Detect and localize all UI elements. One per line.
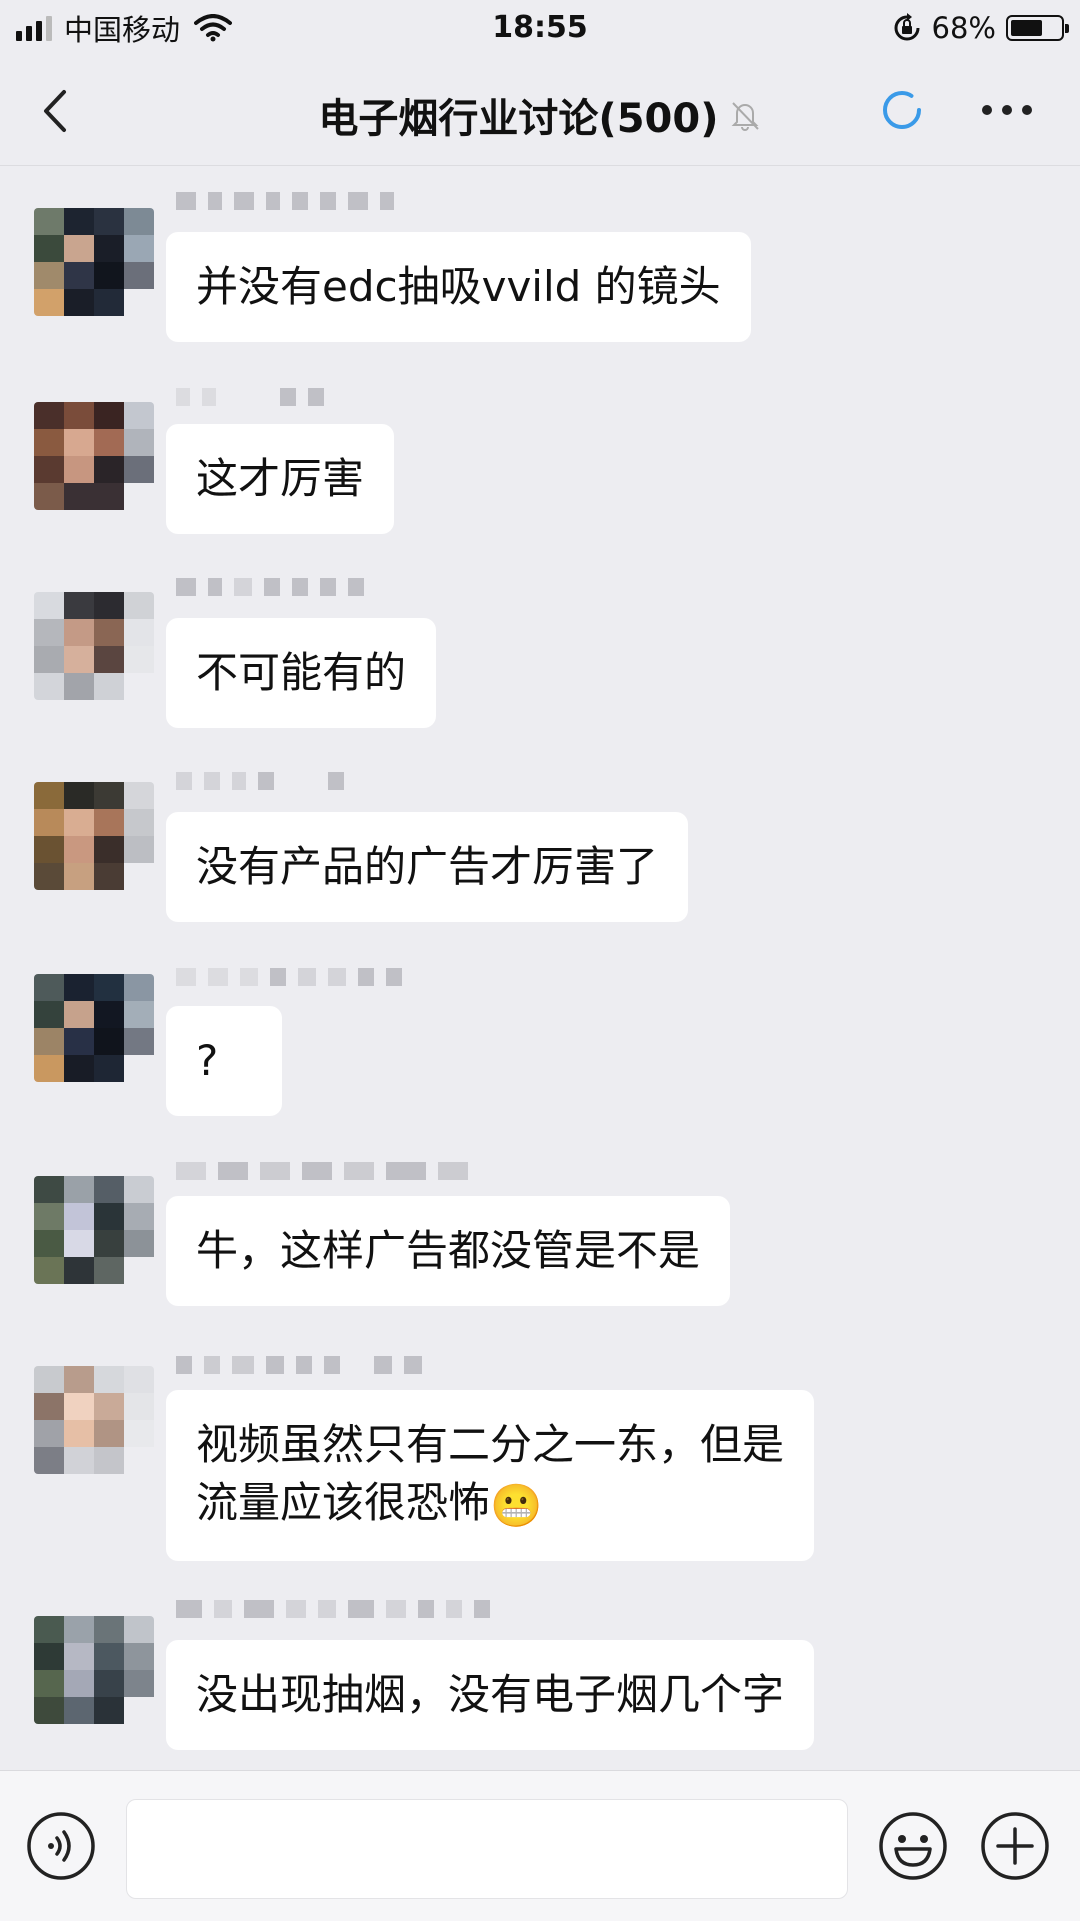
loading-spinner-icon <box>883 91 921 129</box>
plus-icon[interactable] <box>980 1811 1050 1881</box>
sender-name-blurred <box>176 572 364 602</box>
message-input[interactable] <box>126 1799 848 1899</box>
avatar[interactable] <box>34 782 154 890</box>
avatar[interactable] <box>34 592 154 700</box>
sender-name-blurred <box>176 962 402 992</box>
battery-percent: 68% <box>931 11 996 45</box>
rotation-lock-icon <box>894 13 920 41</box>
sender-name-blurred <box>176 382 324 412</box>
more-icon[interactable] <box>980 98 1034 122</box>
mute-bell-icon <box>731 102 759 131</box>
message-bubble[interactable]: 这才厉害 <box>166 424 395 534</box>
sender-name-blurred <box>176 766 344 796</box>
message-line-1: 视频虽然只有二分之一东，但是 <box>196 1420 785 1469</box>
avatar[interactable] <box>34 1176 154 1284</box>
sender-name-blurred <box>176 1156 468 1186</box>
sender-name-blurred <box>176 186 394 216</box>
message-bubble[interactable]: 并没有edc抽吸vvild 的镜头 <box>166 232 751 342</box>
message-bubble[interactable]: ? <box>166 1006 282 1116</box>
message-bubble[interactable]: 没出现抽烟，没有电子烟几个字 <box>166 1640 815 1750</box>
sender-name-blurred <box>176 1594 490 1624</box>
message-bubble[interactable]: 牛，这样广告都没管是不是 <box>166 1196 731 1306</box>
avatar[interactable] <box>34 208 154 316</box>
status-bar: 中国移动 18:55 68% <box>0 0 1080 56</box>
nav-bar: 电子烟行业讨论(500) <box>0 56 1080 166</box>
message-bubble[interactable]: 视频虽然只有二分之一东，但是 流量应该很恐怖😬 <box>166 1390 815 1561</box>
message-bubble[interactable]: 不可能有的 <box>166 618 437 728</box>
sender-name-blurred <box>176 1350 422 1380</box>
avatar[interactable] <box>34 402 154 510</box>
avatar[interactable] <box>34 974 154 1082</box>
message-bubble[interactable]: 没有产品的广告才厉害了 <box>166 812 689 922</box>
message-line-2: 流量应该很恐怖 <box>196 1478 491 1527</box>
grimace-emoji-icon: 😬 <box>490 1480 543 1530</box>
emoji-icon[interactable] <box>878 1811 948 1881</box>
chat-title: 电子烟行业讨论(500) <box>318 96 719 142</box>
battery-icon <box>1006 15 1069 41</box>
avatar[interactable] <box>34 1366 154 1474</box>
avatar[interactable] <box>34 1616 154 1724</box>
voice-icon[interactable] <box>26 1811 96 1881</box>
input-bar <box>0 1770 1080 1921</box>
status-right: 68% <box>892 8 1069 48</box>
